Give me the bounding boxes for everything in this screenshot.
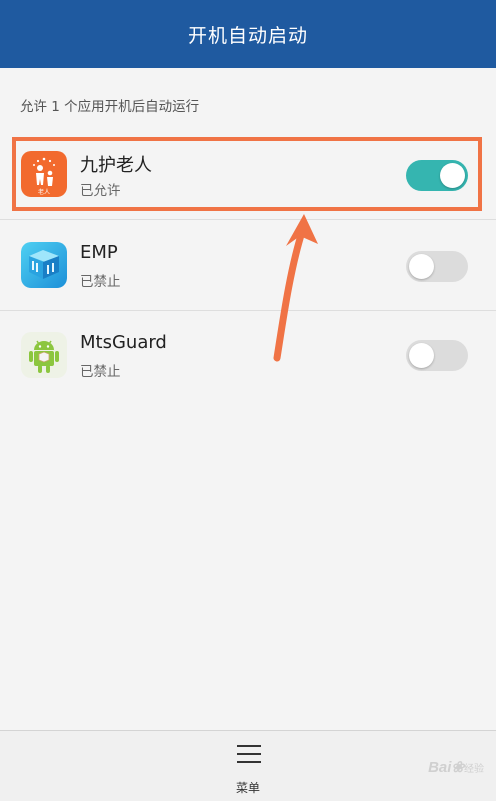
bottom-bar: 菜单 (0, 730, 496, 801)
menu-label: 菜单 (235, 781, 260, 795)
hamburger-menu-icon (237, 745, 261, 765)
annotation-arrow (273, 214, 318, 362)
watermark-text: Bai (428, 759, 452, 776)
watermark-suffix: 经验 (464, 764, 484, 775)
baidu-watermark: Bai❀经验 (428, 759, 484, 776)
